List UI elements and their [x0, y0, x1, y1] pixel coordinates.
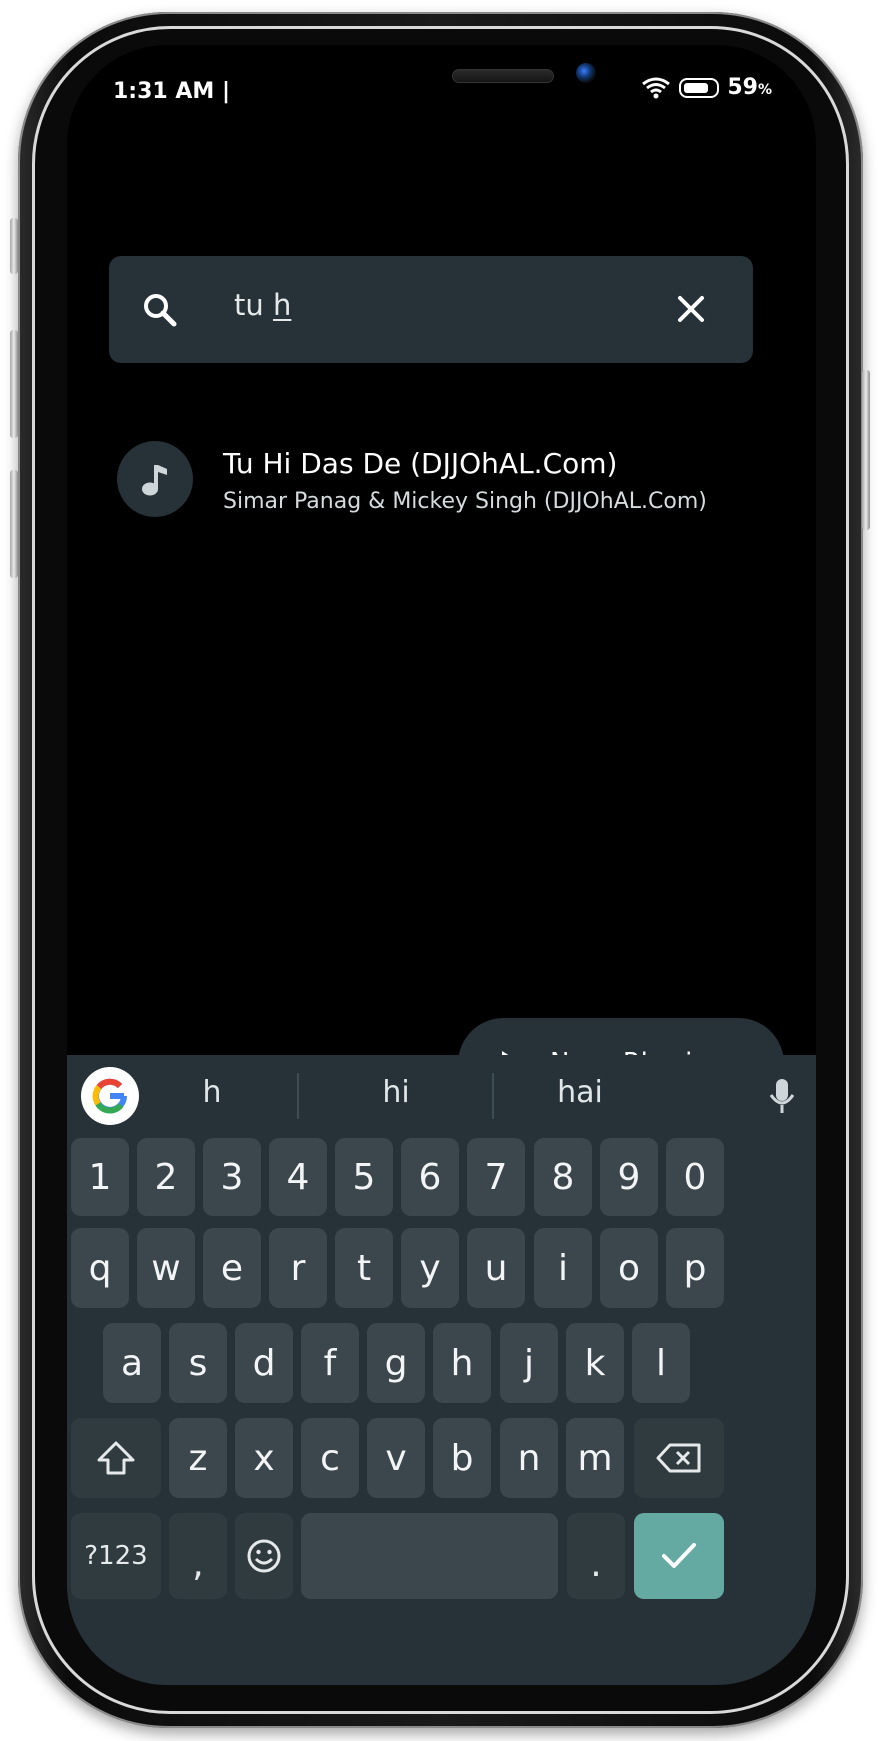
battery-percent: 59%: [727, 75, 772, 100]
key-f[interactable]: f: [301, 1323, 359, 1403]
song-artist: Simar Panag & Mickey Singh (DJJOhAL.Com): [223, 489, 707, 514]
search-input[interactable]: tu h: [234, 288, 291, 322]
volume-up-button: [10, 330, 18, 438]
comma-key[interactable]: ,: [169, 1513, 227, 1599]
key-h[interactable]: h: [433, 1323, 491, 1403]
notch: [233, 45, 653, 121]
key-2[interactable]: 2: [137, 1138, 195, 1216]
key-d[interactable]: d: [235, 1323, 293, 1403]
suggestion-divider: [297, 1073, 299, 1119]
search-bar[interactable]: tu h: [109, 256, 753, 363]
suggestion-bar: h hi hai: [67, 1055, 816, 1137]
suggestion-3[interactable]: hai: [520, 1075, 640, 1110]
status-icons: 59%: [641, 75, 772, 100]
backspace-key[interactable]: [634, 1418, 724, 1498]
key-x[interactable]: x: [235, 1418, 293, 1498]
key-g[interactable]: g: [367, 1323, 425, 1403]
song-list-item[interactable]: Tu Hi Das De (DJJOhAL.Com) Simar Panag &…: [107, 441, 747, 531]
key-j[interactable]: j: [500, 1323, 558, 1403]
close-icon[interactable]: [677, 295, 705, 323]
checkmark-icon: [662, 1543, 696, 1568]
key-3[interactable]: 3: [203, 1138, 261, 1216]
key-0[interactable]: 0: [666, 1138, 724, 1216]
key-8[interactable]: 8: [534, 1138, 592, 1216]
shift-icon: [97, 1441, 135, 1475]
key-r[interactable]: r: [269, 1228, 327, 1308]
key-t[interactable]: t: [335, 1228, 393, 1308]
song-title: Tu Hi Das De (DJJOhAL.Com): [223, 447, 618, 480]
composing-text: h: [272, 288, 292, 322]
battery-icon: [679, 77, 720, 98]
search-icon[interactable]: [142, 292, 178, 328]
front-camera: [576, 63, 596, 83]
key-k[interactable]: k: [566, 1323, 624, 1403]
key-c[interactable]: c: [301, 1418, 359, 1498]
key-m[interactable]: m: [566, 1418, 624, 1498]
key-a[interactable]: a: [103, 1323, 161, 1403]
key-1[interactable]: 1: [71, 1138, 129, 1216]
google-icon[interactable]: [81, 1067, 139, 1125]
key-4[interactable]: 4: [269, 1138, 327, 1216]
enter-key[interactable]: [634, 1513, 724, 1599]
key-b[interactable]: b: [433, 1418, 491, 1498]
backspace-icon: [656, 1443, 701, 1473]
power-button: [862, 370, 870, 530]
music-note-icon: [142, 465, 167, 496]
space-bar[interactable]: [301, 1513, 558, 1599]
shift-key[interactable]: [71, 1418, 161, 1498]
key-6[interactable]: 6: [401, 1138, 459, 1216]
key-o[interactable]: o: [600, 1228, 658, 1308]
keyboard: h hi hai 1 2 3 4 5 6 7 8 9 0 q w e r t y…: [67, 1055, 816, 1685]
status-bar: 1:31 AM | 0. 59%: [67, 45, 816, 135]
key-n[interactable]: n: [500, 1418, 558, 1498]
mute-switch: [10, 218, 18, 274]
suggestion-2[interactable]: hi: [336, 1075, 456, 1110]
mic-icon[interactable]: [768, 1077, 796, 1115]
song-avatar: [117, 441, 193, 517]
suggestion-1[interactable]: h: [152, 1075, 272, 1110]
earpiece: [452, 69, 554, 83]
key-y[interactable]: y: [401, 1228, 459, 1308]
period-key[interactable]: .: [567, 1513, 625, 1599]
key-v[interactable]: v: [367, 1418, 425, 1498]
volume-down-button: [10, 470, 18, 578]
app-content: tu h Tu Hi Das De (DJJOhAL.Com) Simar Pa…: [67, 125, 816, 1120]
key-z[interactable]: z: [169, 1418, 227, 1498]
key-e[interactable]: e: [203, 1228, 261, 1308]
key-l[interactable]: l: [632, 1323, 690, 1403]
key-i[interactable]: i: [534, 1228, 592, 1308]
suggestion-divider: [492, 1073, 494, 1119]
wifi-icon: [642, 77, 671, 98]
key-u[interactable]: u: [467, 1228, 525, 1308]
key-w[interactable]: w: [137, 1228, 195, 1308]
symbols-key[interactable]: ?123: [71, 1513, 161, 1599]
key-s[interactable]: s: [169, 1323, 227, 1403]
emoji-icon: [247, 1539, 281, 1573]
key-5[interactable]: 5: [335, 1138, 393, 1216]
key-q[interactable]: q: [71, 1228, 129, 1308]
screen: 1:31 AM | 0. 59% tu h Tu Hi Das De (DJJO…: [67, 45, 816, 1685]
key-7[interactable]: 7: [467, 1138, 525, 1216]
emoji-key[interactable]: [235, 1513, 293, 1599]
key-p[interactable]: p: [666, 1228, 724, 1308]
key-9[interactable]: 9: [600, 1138, 658, 1216]
